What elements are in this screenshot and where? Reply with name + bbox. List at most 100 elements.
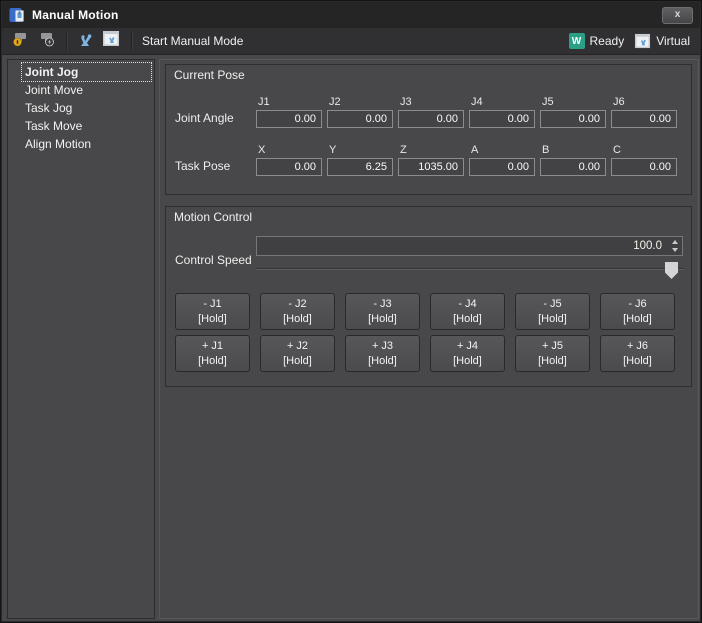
field-j5: J5 — [540, 96, 606, 128]
jog-btn-line1: - J6 — [628, 297, 646, 312]
toolbar: Start Manual Mode W Ready Virtual — [2, 28, 700, 55]
jog-minus-j2-button[interactable]: - J2 [Hold] — [260, 293, 335, 330]
jog-plus-j3-button[interactable]: + J3 [Hold] — [345, 335, 420, 372]
sidebar-item-joint-jog[interactable]: Joint Jog — [22, 63, 151, 81]
start-manual-mode-button[interactable]: Start Manual Mode — [142, 34, 243, 48]
jog-plus-j5-button[interactable]: + J5 [Hold] — [515, 335, 590, 372]
spinner-down-icon[interactable] — [672, 248, 678, 252]
jog-btn-line2: [Hold] — [368, 354, 397, 369]
jog-plus-j1-button[interactable]: + J1 [Hold] — [175, 335, 250, 372]
jog-minus-j5-button[interactable]: - J5 [Hold] — [515, 293, 590, 330]
field-j4-label: J4 — [471, 96, 535, 108]
jog-btn-line2: [Hold] — [198, 354, 227, 369]
jog-btn-line2: [Hold] — [283, 354, 312, 369]
jog-plus-j2-button[interactable]: + J2 [Hold] — [260, 335, 335, 372]
spinner-arrows — [667, 237, 682, 255]
field-z-label: Z — [400, 144, 464, 156]
jog-btn-line1: + J3 — [372, 339, 393, 354]
spinner-up-icon[interactable] — [672, 240, 678, 244]
sidebar-item-align-motion[interactable]: Align Motion — [22, 135, 151, 153]
field-j4-value[interactable] — [469, 110, 535, 128]
jog-btn-line1: - J1 — [203, 297, 221, 312]
jog-btn-line1: - J3 — [373, 297, 391, 312]
jog-btn-line1: + J6 — [627, 339, 648, 354]
field-x-value[interactable] — [256, 158, 322, 176]
robot-arm-icon — [76, 30, 94, 53]
control-speed-input[interactable] — [257, 237, 667, 255]
field-a-value[interactable] — [469, 158, 535, 176]
jog-minus-j1-button[interactable]: - J1 [Hold] — [175, 293, 250, 330]
servo-off-icon — [37, 29, 56, 53]
jog-btn-line2: [Hold] — [538, 312, 567, 327]
close-button[interactable]: x — [662, 7, 693, 24]
jog-minus-j6-button[interactable]: - J6 [Hold] — [600, 293, 675, 330]
field-j5-value[interactable] — [540, 110, 606, 128]
task-pose-row: Task Pose X Y Z A — [175, 144, 677, 176]
field-j2: J2 — [327, 96, 393, 128]
robot-jog-button[interactable] — [73, 30, 97, 52]
virtual-status-label: Virtual — [656, 34, 690, 48]
manual-motion-window: Manual Motion x — [0, 0, 702, 623]
jog-btn-line1: + J2 — [287, 339, 308, 354]
field-a: A — [469, 144, 535, 176]
servo-on-button[interactable] — [8, 30, 32, 52]
jog-minus-j4-button[interactable]: - J4 [Hold] — [430, 293, 505, 330]
motion-control-group: Motion Control Control Speed - J1 [Hold] — [165, 206, 692, 387]
toolbar-separator — [66, 32, 67, 50]
field-j6-label: J6 — [613, 96, 677, 108]
field-y: Y — [327, 144, 393, 176]
jog-btn-line2: [Hold] — [453, 354, 482, 369]
servo-off-button[interactable] — [34, 30, 58, 52]
field-j4: J4 — [469, 96, 535, 128]
field-z: Z — [398, 144, 464, 176]
task-pose-label: Task Pose — [175, 159, 256, 176]
control-speed-label: Control Speed — [175, 253, 252, 267]
title-bar: Manual Motion x — [2, 2, 700, 28]
field-c-value[interactable] — [611, 158, 677, 176]
sidebar-item-task-jog[interactable]: Task Jog — [22, 99, 151, 117]
control-speed-slider[interactable] — [256, 268, 683, 269]
sidebar-item-joint-move[interactable]: Joint Move — [22, 81, 151, 99]
joint-angle-label: Joint Angle — [175, 111, 256, 128]
servo-on-icon — [11, 29, 30, 53]
control-speed-spinner[interactable] — [256, 236, 683, 256]
field-j1-label: J1 — [258, 96, 322, 108]
motion-mode-list: Joint Jog Joint Move Task Jog Task Move … — [7, 59, 155, 619]
jog-btn-line1: + J1 — [202, 339, 223, 354]
jog-plus-j4-button[interactable]: + J4 [Hold] — [430, 335, 505, 372]
jog-btn-line2: [Hold] — [623, 354, 652, 369]
jog-minus-j3-button[interactable]: - J3 [Hold] — [345, 293, 420, 330]
field-j1: J1 — [256, 96, 322, 128]
field-z-value[interactable] — [398, 158, 464, 176]
field-j6-value[interactable] — [611, 110, 677, 128]
sidebar-item-task-move[interactable]: Task Move — [22, 117, 151, 135]
main-panel: Current Pose Joint Angle J1 J2 J3 — [159, 59, 699, 619]
field-j3: J3 — [398, 96, 464, 128]
field-x-label: X — [258, 144, 322, 156]
field-j1-value[interactable] — [256, 110, 322, 128]
jog-btn-line2: [Hold] — [368, 312, 397, 327]
field-j3-value[interactable] — [398, 110, 464, 128]
task-pose-fields: X Y Z A B — [256, 144, 677, 176]
slider-thumb[interactable] — [665, 262, 678, 279]
jog-btn-line1: + J4 — [457, 339, 478, 354]
current-pose-group: Current Pose Joint Angle J1 J2 J3 — [165, 64, 692, 195]
virtual-robot-icon — [634, 33, 651, 49]
simulator-button[interactable] — [99, 30, 123, 52]
jog-btn-line1: - J5 — [543, 297, 561, 312]
field-y-label: Y — [329, 144, 393, 156]
field-b-label: B — [542, 144, 606, 156]
jog-plus-j6-button[interactable]: + J6 [Hold] — [600, 335, 675, 372]
ready-w-icon: W — [569, 33, 585, 49]
motion-control-title: Motion Control — [174, 210, 252, 224]
field-c-label: C — [613, 144, 677, 156]
jog-minus-row: - J1 [Hold] - J2 [Hold] - J3 [Hold] - J4… — [175, 293, 675, 330]
field-j2-value[interactable] — [327, 110, 393, 128]
field-j5-label: J5 — [542, 96, 606, 108]
app-icon — [9, 7, 25, 23]
field-b: B — [540, 144, 606, 176]
field-b-value[interactable] — [540, 158, 606, 176]
field-y-value[interactable] — [327, 158, 393, 176]
field-j3-label: J3 — [400, 96, 464, 108]
jog-btn-line1: - J4 — [458, 297, 476, 312]
